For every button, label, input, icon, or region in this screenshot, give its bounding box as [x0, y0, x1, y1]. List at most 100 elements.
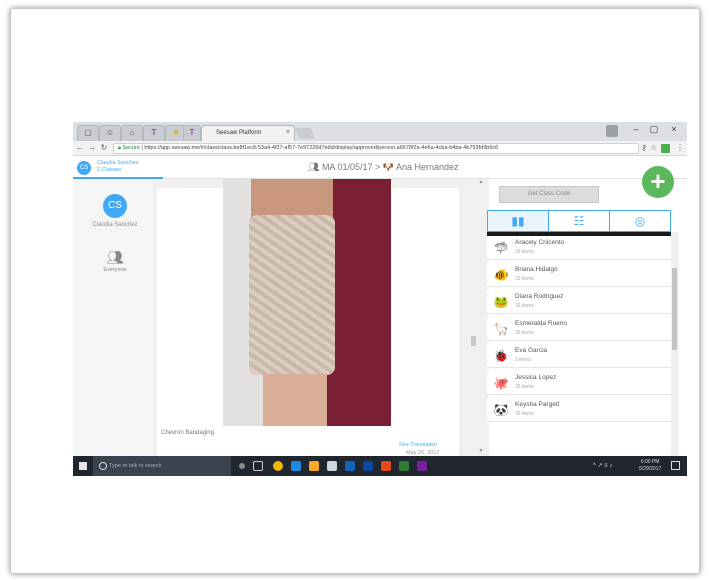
- pinned-tab[interactable]: ⌂: [121, 125, 143, 141]
- photo-wrist: [263, 374, 327, 426]
- word-icon[interactable]: [363, 461, 373, 471]
- students-view-tab[interactable]: ▮▮: [488, 211, 549, 231]
- maximize-icon[interactable]: ▢: [647, 124, 661, 135]
- teacher-avatar[interactable]: CS: [77, 161, 91, 175]
- student-name: Keysha Pargett: [515, 401, 560, 408]
- fish-icon: 🐠: [493, 268, 509, 282]
- student-item-count: 3 items: [515, 357, 532, 363]
- globe-view-tab[interactable]: ◎: [610, 211, 670, 231]
- pinned-tab[interactable]: ▢: [77, 125, 99, 141]
- student-item-count: 35 items: [515, 384, 534, 390]
- chrome-icon[interactable]: [273, 461, 283, 471]
- close-window-icon[interactable]: ×: [667, 124, 681, 134]
- ladybug-icon: 🐞: [493, 349, 509, 363]
- student-name: Eva Garcia: [515, 347, 548, 354]
- student-name: Aracely Criicento: [515, 239, 565, 246]
- student-item-count: 35 items: [515, 411, 534, 417]
- everyone-icon[interactable]: 👥︎: [106, 249, 124, 266]
- taskbar-search[interactable]: Type or talk to search: [93, 456, 231, 476]
- extension-icon[interactable]: [661, 144, 670, 153]
- left-sidebar: CS Claudia Sanchez 👥︎ Everyone: [73, 179, 153, 456]
- calendar-view-tab[interactable]: ☷: [549, 211, 610, 231]
- clock-date: 5/29/2017: [639, 466, 662, 472]
- notification-icon[interactable]: [671, 461, 680, 470]
- student-name: Jessica Lopez: [515, 374, 557, 381]
- class-count: 2 Classes: [97, 167, 122, 173]
- panda-icon: 🐼: [493, 403, 509, 417]
- get-class-code-button[interactable]: Get Class Code: [499, 186, 599, 203]
- task-view-icon[interactable]: [253, 461, 263, 471]
- forward-icon[interactable]: →: [87, 143, 97, 152]
- windows-start-icon[interactable]: [79, 462, 87, 470]
- post-caption: Chevron Bandaging: [161, 430, 215, 436]
- student-list-item[interactable]: 🐸 Diana Rodriguez 35 items: [487, 290, 671, 314]
- back-icon[interactable]: ←: [75, 143, 85, 152]
- windows-taskbar: Type or talk to search ^ ↗ ≡ ♪ 6:00 PM 5…: [73, 456, 687, 476]
- student-list-item[interactable]: 🦈 Aracely Criicento 35 items: [487, 236, 671, 260]
- store-icon[interactable]: [327, 461, 337, 471]
- teacher-name-label: Claudia Sanchez: [92, 222, 138, 228]
- student-list-item[interactable]: 🐙 Jessica Lopez 35 items: [487, 371, 671, 395]
- student-item-count: 35 items: [515, 330, 534, 336]
- pinned-tab[interactable]: ☺: [99, 125, 121, 141]
- key-icon[interactable]: ⚷: [641, 143, 647, 152]
- onenote-icon[interactable]: [417, 461, 427, 471]
- url-field[interactable]: 🔒︎ Secure | https://app.seesaw.me/#/clas…: [113, 143, 639, 154]
- student-list-item[interactable]: 🐞 Eva Garcia 3 items: [487, 344, 671, 368]
- system-tray[interactable]: ^ ↗ ≡ ♪: [593, 462, 612, 469]
- secure-label: Secure: [122, 145, 140, 151]
- student-list-scroll-thumb[interactable]: [672, 268, 677, 350]
- url-text: https://app.seesaw.me/#/class/class.be8f…: [144, 145, 499, 151]
- reload-icon[interactable]: ↻: [99, 143, 109, 152]
- mail-icon[interactable]: [345, 461, 355, 471]
- post-photo[interactable]: [223, 179, 391, 426]
- tab-close-icon[interactable]: ×: [286, 126, 290, 140]
- view-tabs: ▮▮ ☷ ◎: [487, 210, 671, 232]
- app-header: CS Claudia Sanchez 2 Classes 👥︎ MA 01/05…: [73, 157, 687, 179]
- cortana-icon: [99, 462, 107, 470]
- menu-icon[interactable]: ⋮: [676, 143, 684, 152]
- photo-bandage: [249, 215, 335, 375]
- scroll-down-icon[interactable]: ▼: [477, 448, 485, 454]
- student-item-count: 35 items: [515, 249, 534, 255]
- class-switcher[interactable]: Claudia Sanchez 2 Classes: [97, 160, 139, 174]
- student-list-item[interactable]: 🐼 Keysha Pargett 35 items: [487, 398, 671, 422]
- mic-icon[interactable]: [239, 463, 245, 469]
- new-tab-button[interactable]: [294, 128, 316, 139]
- panel-resize-handle[interactable]: [471, 336, 476, 346]
- browser-tab-bar: ▢ ☺ ⌂ T ★ T Seesaw Platform × – ▢ ×: [73, 122, 687, 141]
- pinned-tab[interactable]: T: [183, 125, 201, 141]
- breadcrumb: 👥︎ MA 01/05/17 > 🐶 Ana Hernandez: [308, 162, 458, 173]
- student-item-count: 33 items: [515, 276, 534, 282]
- student-name: Briana Hidalgo: [515, 266, 558, 273]
- feed-scrollbar[interactable]: ▲ ▼: [477, 179, 485, 456]
- add-post-button[interactable]: +: [642, 166, 674, 198]
- powerpoint-icon[interactable]: [381, 461, 391, 471]
- active-tab[interactable]: Seesaw Platform ×: [201, 125, 295, 141]
- students-icon: 👥︎: [308, 162, 322, 172]
- desktop-screenshot: ▢ ☺ ⌂ T ★ T Seesaw Platform × – ▢ × ← → …: [73, 122, 687, 476]
- minimize-icon[interactable]: –: [629, 124, 643, 134]
- llama-icon: 🦙: [493, 322, 509, 336]
- student-name: Diana Rodriguez: [515, 293, 564, 300]
- shark-icon: 🦈: [493, 241, 509, 255]
- file-explorer-icon[interactable]: [309, 461, 319, 471]
- taskbar-clock[interactable]: 6:00 PM 5/29/2017: [639, 459, 661, 473]
- teacher-name: Claudia Sanchez: [97, 160, 139, 166]
- student-list-item[interactable]: 🦙 Esmeralda Rueno 35 items: [487, 317, 671, 341]
- scroll-up-icon[interactable]: ▲: [477, 179, 485, 185]
- image-frame: ▢ ☺ ⌂ T ★ T Seesaw Platform × – ▢ × ← → …: [10, 8, 700, 574]
- see-translation-link[interactable]: See Translation: [399, 442, 437, 448]
- excel-icon[interactable]: [399, 461, 409, 471]
- star-icon[interactable]: ☆: [650, 143, 657, 152]
- everyone-label[interactable]: Everyone: [91, 267, 139, 273]
- clock-time: 6:00 PM: [640, 459, 660, 465]
- teacher-avatar-large[interactable]: CS: [103, 194, 127, 218]
- breadcrumb-text: MA 01/05/17 > 🐶 Ana Hernandez: [321, 162, 459, 172]
- student-list-item[interactable]: 🐠 Briana Hidalgo 33 items: [487, 263, 671, 287]
- student-name: Esmeralda Rueno: [515, 320, 568, 327]
- octopus-icon: 🐙: [493, 376, 509, 390]
- pinned-tab[interactable]: T: [143, 125, 165, 141]
- user-profile-icon[interactable]: [606, 125, 618, 137]
- edge-icon[interactable]: [291, 461, 301, 471]
